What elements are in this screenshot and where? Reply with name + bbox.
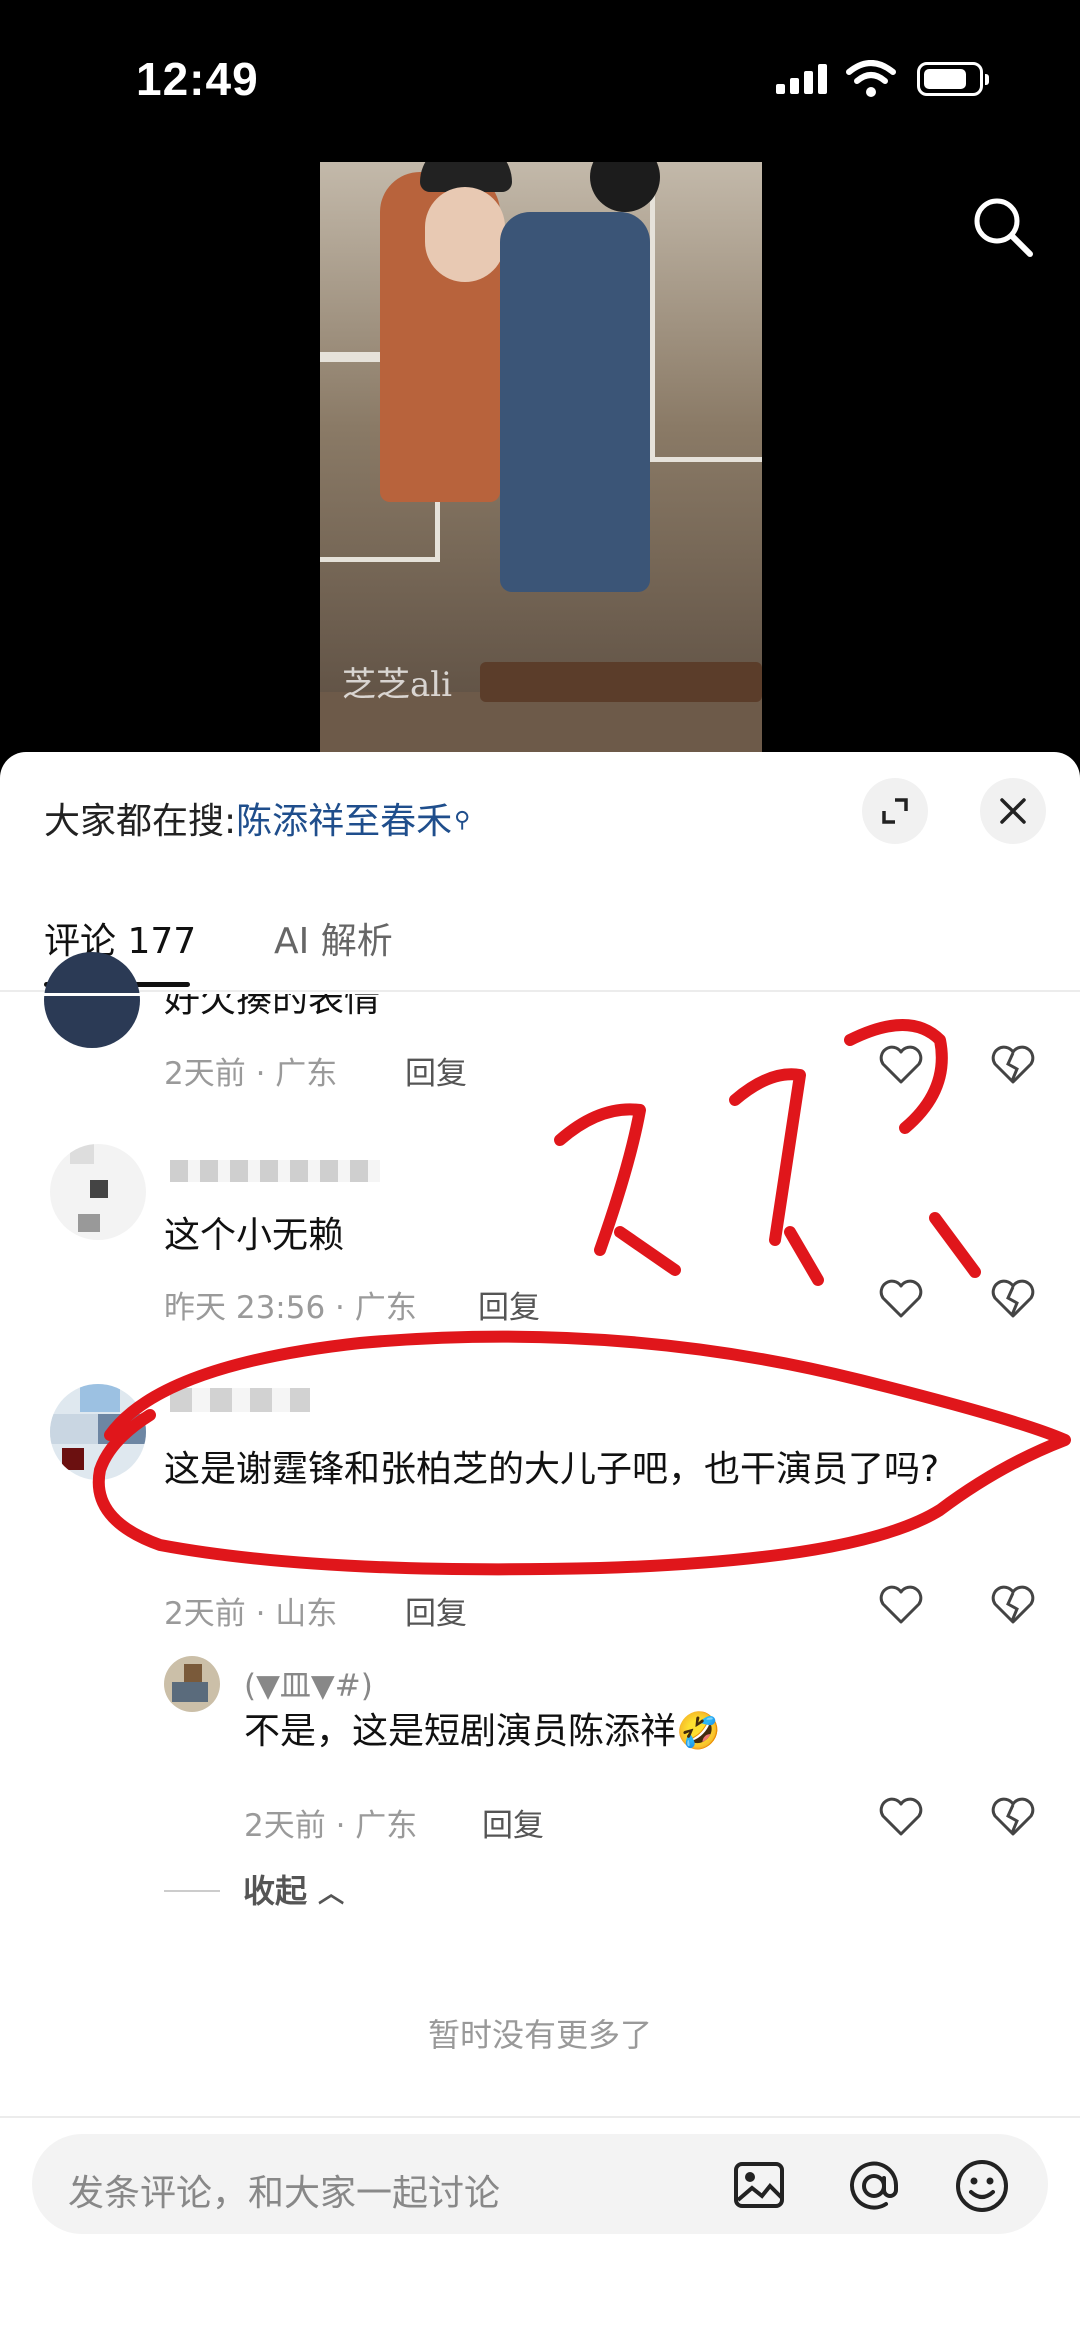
dislike-icon[interactable] bbox=[990, 1278, 1036, 1320]
avatar[interactable] bbox=[50, 1144, 146, 1240]
reply-button[interactable]: 回复 bbox=[478, 1282, 540, 1327]
comment-meta: 昨天 23:56 · 广东 bbox=[164, 1290, 417, 1326]
heart-icon[interactable] bbox=[878, 1044, 924, 1086]
comment-meta: 2天前 · 广东 bbox=[164, 1056, 338, 1092]
avatar[interactable] bbox=[44, 952, 140, 1048]
signal-icon bbox=[776, 64, 830, 94]
avatar[interactable] bbox=[164, 1656, 220, 1712]
window-frame bbox=[650, 162, 762, 462]
comment-sheet: 大家都在搜:陈添祥至春禾⚲ 评论 177 AI 解析 好欠揍的表情 2天前 · … bbox=[0, 752, 1080, 2341]
search-suggestion-query[interactable]: 陈添祥至春禾 bbox=[236, 801, 452, 842]
status-bar: 12:49 bbox=[0, 0, 1080, 150]
no-more-text: 暂时没有更多了 bbox=[427, 2016, 652, 2054]
battery-icon bbox=[917, 62, 989, 96]
video-watermark: 芝芝ali bbox=[342, 665, 453, 705]
image-icon[interactable] bbox=[732, 2158, 786, 2212]
username-blurred[interactable] bbox=[170, 1388, 310, 1412]
divider bbox=[0, 2116, 1080, 2118]
close-icon bbox=[1000, 798, 1026, 824]
chevron-up-icon: ︿ bbox=[318, 1879, 345, 1909]
search-suggestion[interactable]: 大家都在搜:陈添祥至春禾⚲ bbox=[44, 792, 470, 844]
username-blurred[interactable] bbox=[170, 1160, 380, 1182]
heart-icon[interactable] bbox=[878, 1584, 924, 1626]
dislike-icon[interactable] bbox=[990, 1584, 1036, 1626]
video-player[interactable]: 芝芝ali bbox=[320, 162, 762, 752]
expand-button[interactable] bbox=[862, 778, 928, 844]
comment-text: 这个小无赖 bbox=[164, 1215, 345, 1256]
comment-text: 好欠揍的表情 bbox=[164, 979, 381, 1020]
search-suggestion-label: 大家都在搜: bbox=[44, 801, 237, 842]
tab-comments[interactable]: 评论 177 bbox=[44, 912, 196, 964]
scroll-mask bbox=[0, 993, 1080, 996]
dislike-icon[interactable] bbox=[990, 1044, 1036, 1086]
collapse-divider bbox=[164, 1890, 220, 1892]
comment-text: 这是谢霆锋和张柏芝的大儿子吧，也干演员了吗? bbox=[164, 1449, 940, 1490]
reply-username[interactable]: (▼皿▼#) bbox=[244, 1660, 373, 1705]
heart-icon[interactable] bbox=[878, 1278, 924, 1320]
avatar[interactable] bbox=[50, 1384, 146, 1480]
comment-input[interactable]: 发条评论，和大家一起讨论 bbox=[32, 2134, 1048, 2234]
small-search-icon: ⚲ bbox=[454, 808, 471, 833]
close-button[interactable] bbox=[980, 778, 1046, 844]
divider bbox=[0, 990, 1080, 992]
reply-button[interactable]: 回复 bbox=[482, 1800, 544, 1845]
reply-meta: 2天前 · 广东 bbox=[244, 1808, 418, 1844]
collapse-replies-button[interactable]: 收起 ︿ bbox=[243, 1866, 344, 1912]
reply-text: 不是，这是短剧演员陈添祥🤣 bbox=[244, 1711, 721, 1752]
collapse-label: 收起 bbox=[243, 1872, 308, 1910]
dislike-icon[interactable] bbox=[990, 1796, 1036, 1838]
at-icon[interactable] bbox=[846, 2158, 902, 2214]
heart-icon[interactable] bbox=[878, 1796, 924, 1838]
status-time: 12:49 bbox=[136, 53, 259, 105]
emoji-icon[interactable] bbox=[954, 2158, 1010, 2214]
wifi-icon bbox=[846, 60, 896, 97]
reply-button[interactable]: 回复 bbox=[405, 1048, 467, 1093]
expand-icon bbox=[882, 798, 908, 824]
comment-meta: 2天前 · 山东 bbox=[164, 1596, 338, 1632]
video-figure bbox=[425, 187, 505, 282]
video-table bbox=[480, 662, 762, 702]
reply-button[interactable]: 回复 bbox=[405, 1588, 467, 1633]
video-figure bbox=[500, 212, 650, 592]
comment-input-placeholder: 发条评论，和大家一起讨论 bbox=[68, 2173, 501, 2214]
search-icon[interactable] bbox=[970, 194, 1036, 260]
tab-ai-analysis[interactable]: AI 解析 bbox=[274, 912, 393, 964]
